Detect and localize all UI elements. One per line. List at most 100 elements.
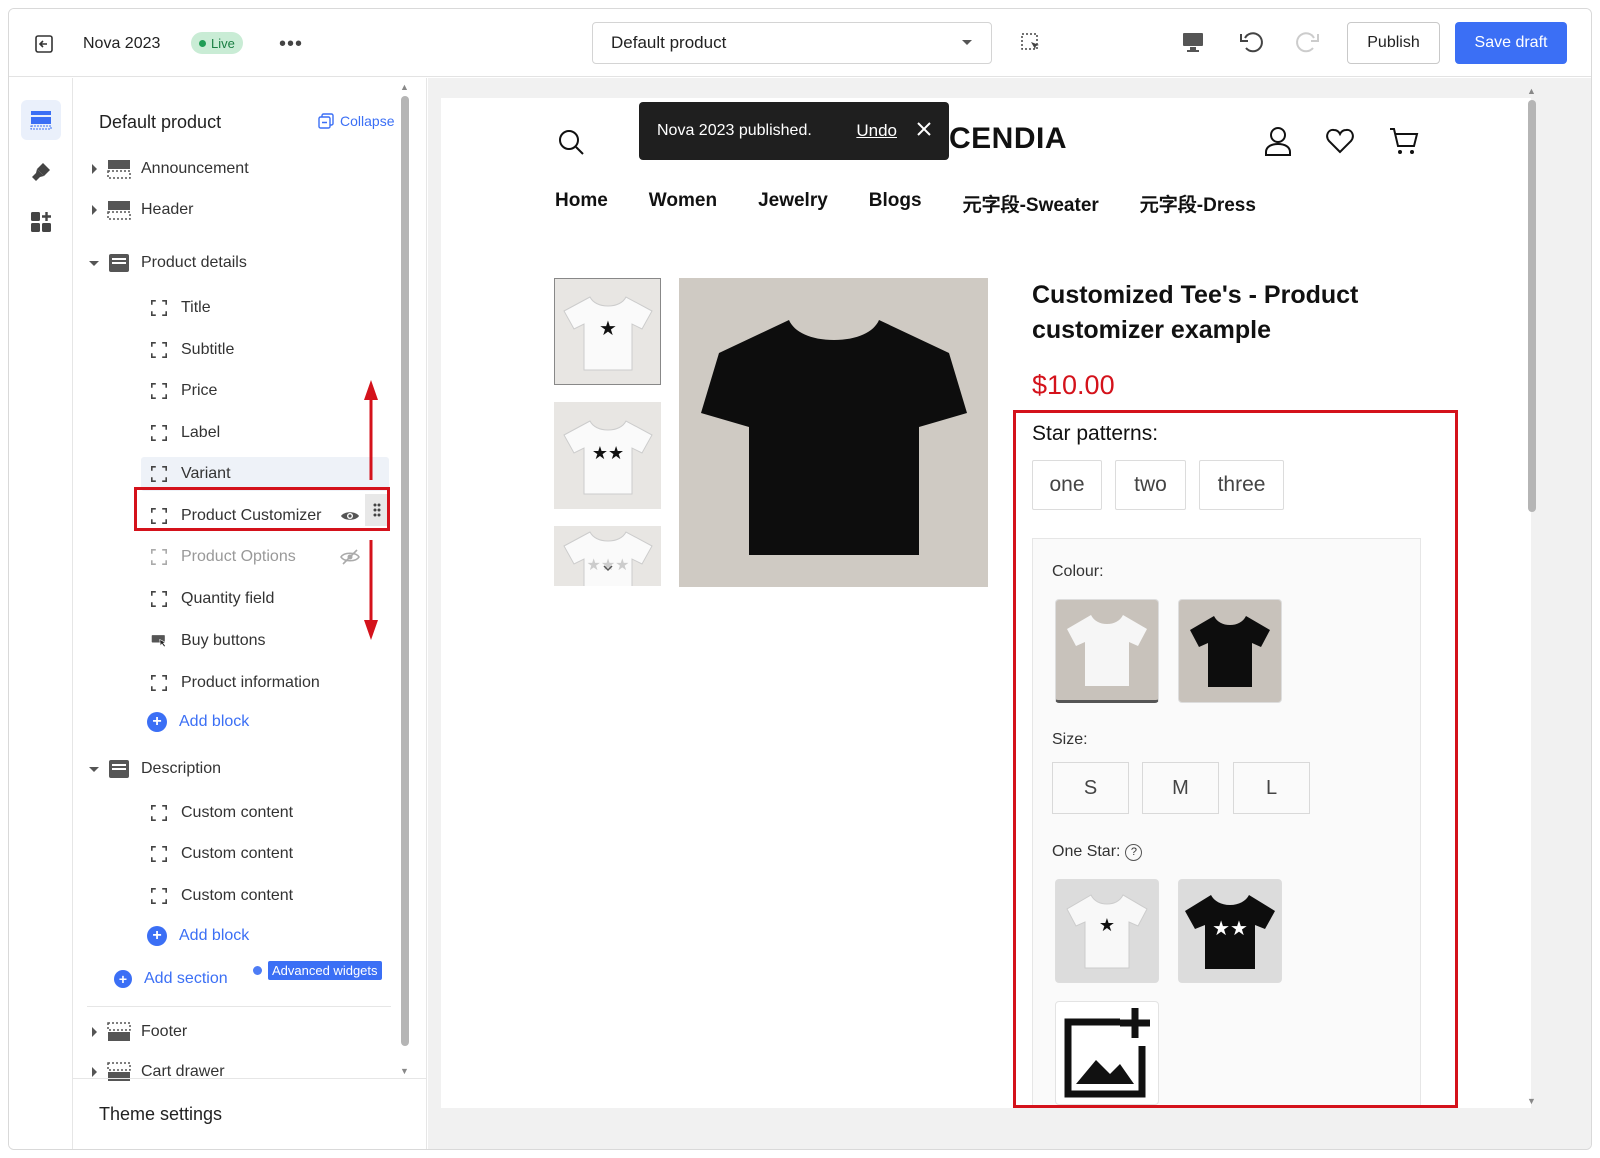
block-label: Subtitle [181, 341, 235, 358]
template-select[interactable]: Default product [592, 22, 992, 64]
sections-icon[interactable] [21, 100, 61, 140]
nav-item[interactable]: Jewelry [758, 190, 828, 217]
product-title: Customized Tee's - Product customizer ex… [1032, 281, 1359, 344]
redo-icon[interactable] [1294, 29, 1320, 55]
desktop-icon[interactable] [1181, 31, 1205, 53]
caret-right-icon[interactable] [87, 164, 101, 174]
search-icon[interactable] [557, 128, 585, 161]
divider [73, 1078, 427, 1079]
inspector-icon[interactable] [1021, 33, 1041, 53]
heart-icon[interactable] [1326, 128, 1354, 159]
preview-scrollbar[interactable] [1528, 100, 1536, 512]
block-price[interactable]: Price [149, 374, 217, 408]
block-custom-content[interactable]: Custom content [149, 879, 293, 913]
theme-brush-icon[interactable] [21, 152, 61, 192]
section-label: Description [141, 760, 222, 777]
add-block-button[interactable]: + Add block [147, 712, 249, 732]
theme-editor: Nova 2023 Live ••• Default product Publi… [8, 8, 1592, 1150]
nav-item[interactable]: Women [649, 190, 717, 217]
account-icon[interactable] [1264, 126, 1292, 161]
block-buy-buttons[interactable]: Buy buttons [149, 624, 266, 658]
block-product-options[interactable]: Product Options [149, 540, 296, 574]
add-block-label: Add block [179, 713, 250, 730]
nav-item[interactable]: Home [555, 190, 608, 217]
top-bar: Nova 2023 Live ••• Default product Publi… [9, 9, 1591, 77]
sidebar-scrollbar[interactable] [401, 96, 409, 1046]
add-block-button[interactable]: + Add block [147, 926, 249, 946]
apps-icon[interactable] [21, 202, 61, 242]
product-thumbnail[interactable]: ★★★ [554, 526, 661, 586]
section-icon [107, 200, 131, 220]
live-badge: Live [191, 32, 243, 54]
block-icon [149, 340, 169, 360]
section-product-details[interactable]: Product details [87, 246, 402, 280]
toast-undo-link[interactable]: Undo [856, 121, 897, 141]
collapse-button[interactable]: Collapse [318, 113, 394, 129]
section-label: Footer [141, 1023, 188, 1040]
nav-item[interactable]: Blogs [869, 190, 922, 217]
block-subtitle[interactable]: Subtitle [149, 333, 234, 367]
section-icon [107, 253, 131, 273]
block-quantity-field[interactable]: Quantity field [149, 582, 274, 616]
theme-name: Nova 2023 [83, 35, 161, 52]
block-icon [149, 589, 169, 609]
eye-hidden-icon[interactable] [340, 549, 360, 570]
block-icon [149, 844, 169, 864]
block-label-item[interactable]: Label [149, 416, 220, 450]
section-cart-drawer[interactable]: Cart drawer [87, 1055, 402, 1089]
publish-button[interactable]: Publish [1347, 22, 1440, 64]
product-thumbnail[interactable]: ★ [554, 278, 661, 385]
caret-right-icon[interactable] [87, 1027, 101, 1037]
product-price: $10.00 [1032, 370, 1115, 400]
block-title[interactable]: Title [149, 291, 211, 325]
cart-icon[interactable] [1389, 126, 1419, 161]
block-icon [149, 381, 169, 401]
block-product-information[interactable]: Product information [149, 666, 320, 700]
theme-settings-button[interactable]: Theme settings [99, 1104, 222, 1125]
block-custom-content[interactable]: Custom content [149, 837, 293, 871]
section-icon [107, 1022, 131, 1042]
block-label: Product information [181, 674, 320, 691]
add-section-button[interactable]: + Add section [114, 970, 228, 988]
nav-item[interactable]: 元字段-Sweater [963, 190, 1099, 217]
more-actions-button[interactable]: ••• [279, 33, 303, 56]
template-select-value: Default product [611, 33, 727, 52]
advanced-widgets-button[interactable]: Advanced widgets [253, 961, 382, 980]
nav-item[interactable]: 元字段-Dress [1140, 190, 1256, 217]
left-rail [9, 78, 73, 1149]
scroll-up-icon[interactable]: ▲ [400, 82, 409, 92]
scroll-down-icon[interactable]: ▼ [400, 1066, 409, 1076]
save-draft-button[interactable]: Save draft [1455, 22, 1567, 64]
exit-icon[interactable] [31, 31, 57, 57]
block-icon [149, 886, 169, 906]
scroll-down-icon[interactable]: ▼ [1527, 1096, 1536, 1106]
scroll-up-icon[interactable]: ▲ [1527, 86, 1536, 96]
svg-text:★★: ★★ [591, 443, 623, 463]
move-up-arrow-icon [364, 380, 378, 480]
section-footer[interactable]: Footer [87, 1015, 402, 1049]
block-icon [149, 803, 169, 823]
section-description[interactable]: Description [87, 752, 402, 786]
status-dot [253, 966, 262, 975]
section-header[interactable]: Header [87, 193, 402, 227]
product-main-image[interactable] [679, 278, 988, 587]
caret-right-icon[interactable] [87, 1067, 101, 1077]
section-announcement[interactable]: Announcement [87, 152, 402, 186]
section-label: Announcement [141, 160, 249, 177]
caret-right-icon[interactable] [87, 205, 101, 215]
divider [87, 1006, 391, 1007]
block-variant[interactable]: Variant [141, 457, 389, 491]
plus-icon: + [147, 926, 167, 946]
store-logo[interactable]: CENDIA [949, 122, 1067, 156]
block-custom-content[interactable]: Custom content [149, 796, 293, 830]
preview-area: CENDIA Nova 2023 published. Undo Home Wo… [428, 78, 1591, 1149]
block-icon [149, 464, 169, 484]
caret-down-icon[interactable] [87, 766, 101, 773]
status-dot [199, 39, 206, 47]
live-label: Live [211, 35, 235, 51]
close-icon[interactable] [917, 121, 931, 141]
product-thumbnail[interactable]: ★★ [554, 402, 661, 509]
caret-down-icon[interactable] [87, 260, 101, 267]
undo-icon[interactable] [1239, 29, 1265, 55]
store-nav: Home Women Jewelry Blogs 元字段-Sweater 元字段… [555, 190, 1297, 217]
